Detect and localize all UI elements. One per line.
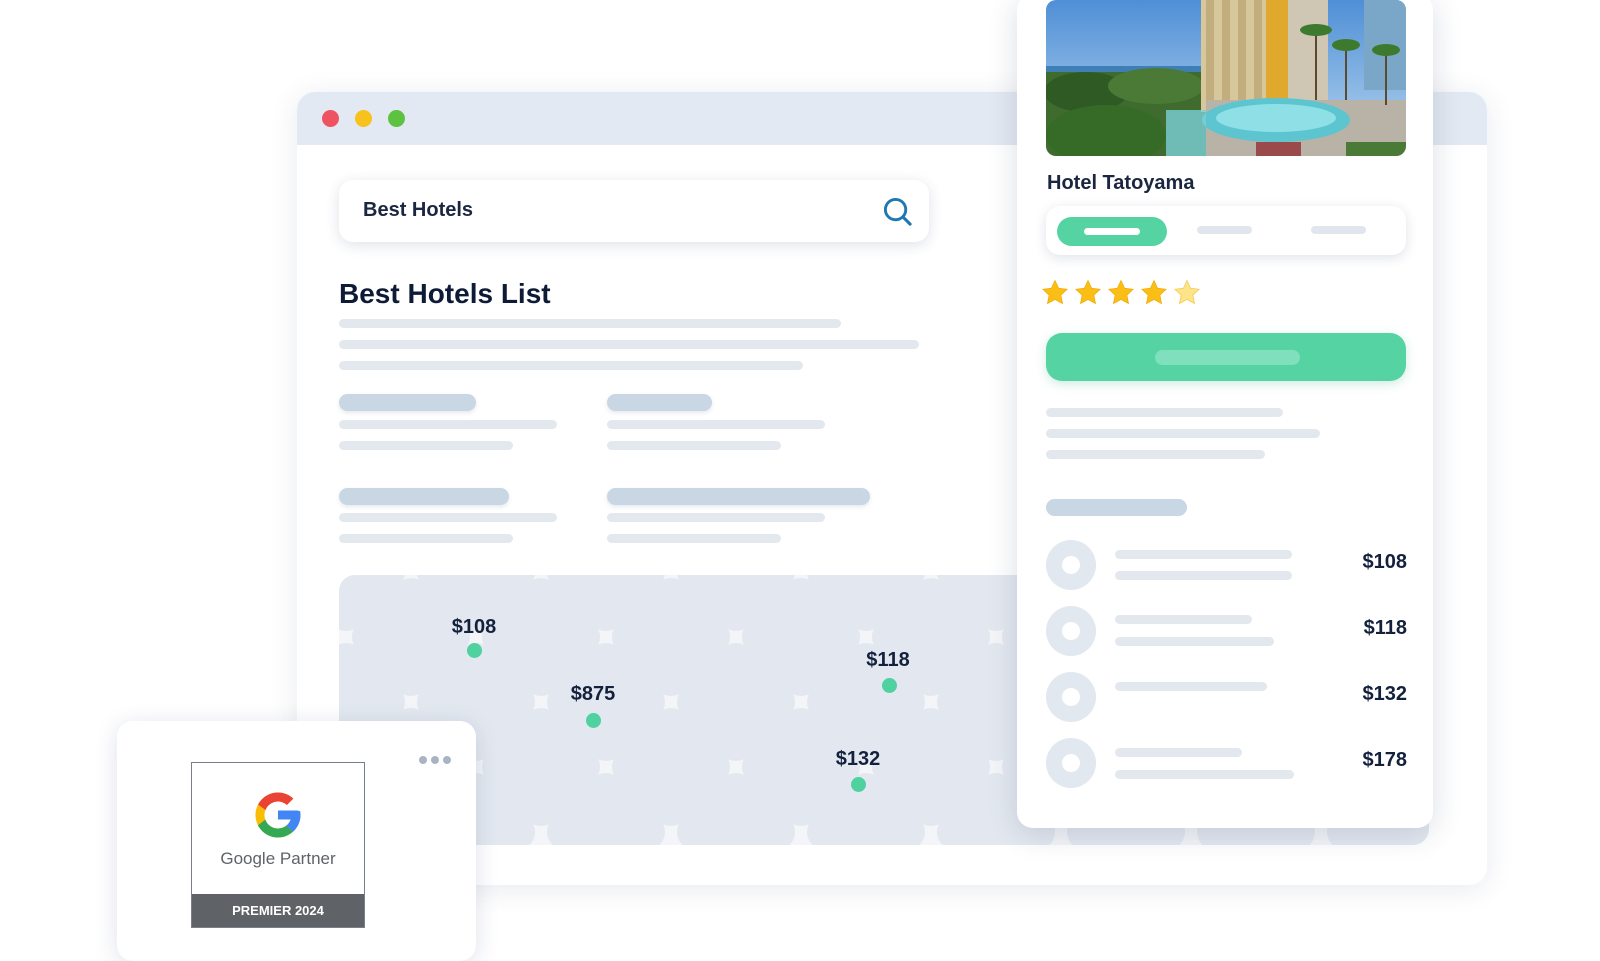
skeleton-heading bbox=[607, 488, 870, 505]
skeleton-line bbox=[339, 441, 513, 450]
room-price: $132 bbox=[1362, 683, 1408, 705]
star-icon bbox=[1075, 279, 1101, 305]
skeleton-line bbox=[607, 513, 825, 522]
partner-badge-card: Google Partner PREMIER 2024 bbox=[117, 721, 476, 961]
google-g-icon bbox=[255, 792, 301, 838]
room-line bbox=[1115, 571, 1292, 580]
star-icon bbox=[1042, 279, 1068, 305]
skeleton-line bbox=[607, 441, 781, 450]
room-line bbox=[1115, 748, 1242, 757]
partner-tier: PREMIER 2024 bbox=[192, 894, 364, 927]
room-line bbox=[1115, 682, 1267, 691]
skeleton-line bbox=[339, 420, 557, 429]
partner-name: Google Partner bbox=[220, 849, 336, 868]
tab-overview[interactable] bbox=[1057, 217, 1167, 246]
details-placeholder bbox=[1046, 429, 1320, 438]
skeleton-heading bbox=[339, 394, 476, 411]
search-input[interactable]: Best Hotels bbox=[339, 180, 929, 242]
room-price: $178 bbox=[1362, 749, 1408, 771]
map-pin[interactable] bbox=[586, 713, 601, 728]
hotel-name: Hotel Tatoyama bbox=[1047, 172, 1195, 194]
room-radio[interactable] bbox=[1046, 738, 1096, 788]
close-window-button[interactable] bbox=[322, 110, 339, 127]
minimize-window-button[interactable] bbox=[355, 110, 372, 127]
star-icon bbox=[1141, 279, 1167, 305]
skeleton-line bbox=[607, 420, 825, 429]
more-options-icon[interactable] bbox=[419, 751, 459, 764]
room-radio[interactable] bbox=[1046, 606, 1096, 656]
room-line bbox=[1115, 550, 1292, 559]
map-pin[interactable] bbox=[882, 678, 897, 693]
star-half-icon bbox=[1174, 279, 1200, 305]
skeleton-line bbox=[339, 534, 513, 543]
room-price: $118 bbox=[1363, 617, 1407, 639]
details-placeholder bbox=[1046, 408, 1283, 417]
tab-2[interactable] bbox=[1197, 226, 1252, 234]
map-pin-price: $132 bbox=[835, 748, 881, 770]
details-placeholder bbox=[1046, 450, 1265, 459]
hotel-photo bbox=[1046, 0, 1406, 156]
description-placeholder bbox=[339, 319, 841, 328]
description-placeholder bbox=[339, 361, 803, 370]
description-placeholder bbox=[339, 340, 919, 349]
map-pin[interactable] bbox=[467, 643, 482, 658]
search-query: Best Hotels bbox=[363, 199, 474, 221]
room-line bbox=[1115, 637, 1274, 646]
map-pin-price: $875 bbox=[570, 683, 616, 705]
room-line bbox=[1115, 770, 1294, 779]
skeleton-line bbox=[339, 513, 557, 522]
tab-3[interactable] bbox=[1311, 226, 1366, 234]
hotel-card: Hotel Tatoyama $108 $118 $132 $178 bbox=[1017, 0, 1433, 828]
star-icon bbox=[1108, 279, 1134, 305]
search-icon[interactable] bbox=[882, 196, 913, 227]
map-pin-price: $118 bbox=[866, 649, 910, 671]
google-partner-badge: Google Partner PREMIER 2024 bbox=[191, 762, 365, 928]
room-price: $108 bbox=[1362, 551, 1408, 573]
book-button[interactable] bbox=[1046, 333, 1406, 381]
room-radio[interactable] bbox=[1046, 540, 1096, 590]
maximize-window-button[interactable] bbox=[388, 110, 405, 127]
room-radio[interactable] bbox=[1046, 672, 1096, 722]
rooms-heading-placeholder bbox=[1046, 499, 1187, 516]
page-title: Best Hotels List bbox=[339, 278, 551, 309]
skeleton-line bbox=[607, 534, 781, 543]
map-pin-price: $108 bbox=[451, 616, 497, 638]
map-pin[interactable] bbox=[851, 777, 866, 792]
room-line bbox=[1115, 615, 1252, 624]
hotel-tabs bbox=[1046, 206, 1406, 255]
skeleton-heading bbox=[339, 488, 509, 505]
skeleton-heading bbox=[607, 394, 712, 411]
